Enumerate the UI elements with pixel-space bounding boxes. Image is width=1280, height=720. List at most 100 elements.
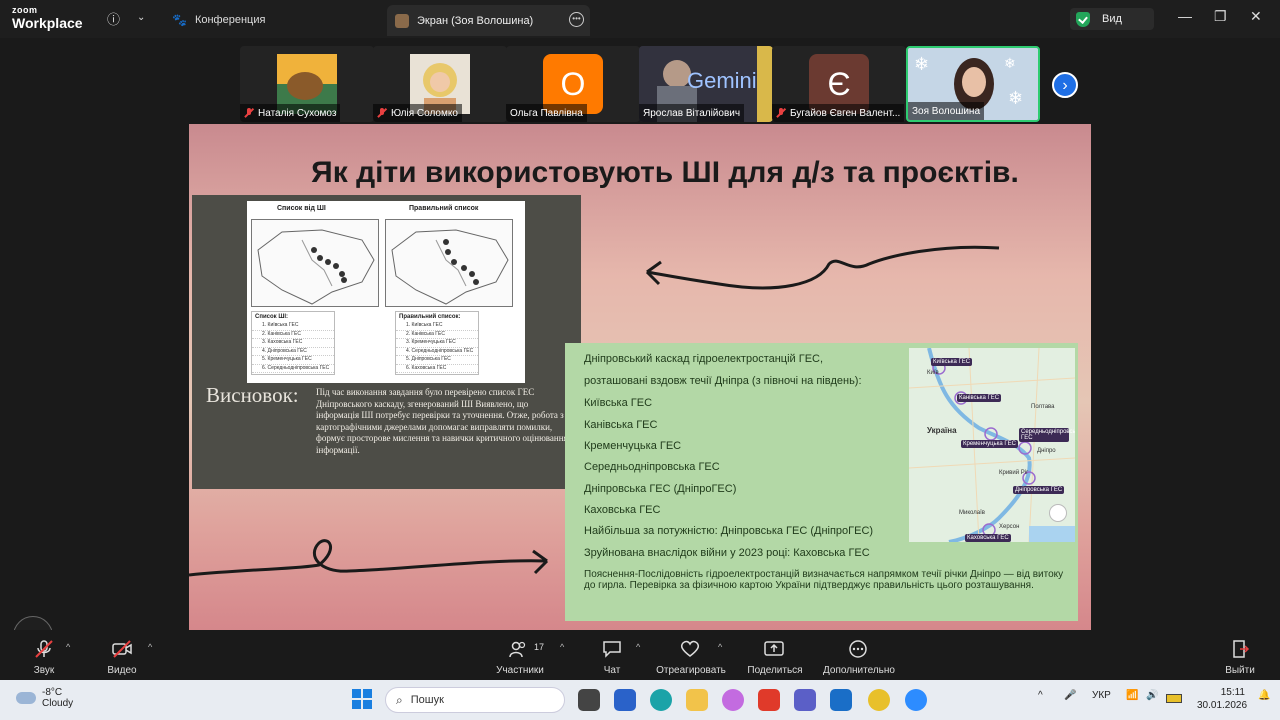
explanation-note: Пояснення-Послідовність гідроелектростан… — [584, 569, 1064, 591]
view-button[interactable]: Вид — [1070, 8, 1154, 30]
station-item: Кременчуцька ГЕС — [584, 440, 682, 452]
info-icon[interactable]: ⓘ — [107, 9, 120, 28]
weather-widget[interactable]: -8°C Cloudy — [16, 687, 73, 709]
react-caret-icon[interactable]: ^ — [718, 642, 722, 652]
people-icon — [509, 641, 526, 658]
leave-button[interactable]: Выйти — [1224, 634, 1256, 678]
share-label: Поделиться — [747, 665, 803, 676]
svg-text:❄: ❄ — [1004, 55, 1016, 71]
outlook-icon[interactable] — [830, 689, 852, 711]
participant-tile[interactable]: Gemini Ярослав Віталійович — [639, 46, 773, 122]
arrow-right-decoration — [189, 539, 549, 577]
map-town: Дніпро — [1037, 448, 1056, 454]
volume-icon[interactable]: 🔊 — [1146, 690, 1158, 701]
participant-name-bar: Ольга Павлівна — [506, 104, 587, 122]
correct-list-item: 5. Дніпровська ГЕС — [396, 356, 478, 365]
hydro-cascade-panel: Дніпровський каскад гідроелектростанцій … — [565, 343, 1078, 621]
tray-overflow-icon[interactable]: ^ — [1038, 690, 1043, 701]
file-explorer-icon[interactable] — [686, 689, 708, 711]
teams-icon[interactable] — [794, 689, 816, 711]
ai-list-item: 3. Каховська ГЕС — [252, 339, 334, 348]
taskbar-search[interactable]: ⌕ Пошук — [385, 687, 565, 713]
wifi-icon[interactable]: 📶 — [1126, 690, 1138, 701]
map-left-title: Список від ШІ — [277, 205, 326, 212]
mic-muted-icon — [377, 108, 387, 118]
map-locate-icon[interactable] — [1049, 504, 1067, 522]
map-comparison-card: Список від ШІ Правильний список Список Ш… — [247, 201, 525, 383]
maximize-button[interactable]: ❐ — [1214, 8, 1227, 25]
ukraine-map-correct — [385, 219, 513, 307]
map-label: Канівська ГЕС — [957, 394, 1002, 402]
station-item: Канівська ГЕС — [584, 419, 658, 431]
more-label: Дополнительно — [823, 665, 895, 676]
ukraine-map-ai — [251, 219, 379, 307]
destroyed-station: Зруйнована внаслідок війни у 2023 році: … — [584, 547, 870, 559]
gallery-next-button[interactable]: › — [1052, 72, 1078, 98]
station-item: Каховська ГЕС — [584, 504, 661, 516]
battery-icon[interactable] — [1166, 694, 1182, 703]
participant-name-bar: Наталія Сухомоз — [240, 104, 341, 122]
participant-name-bar: Юлія Соломко — [373, 104, 462, 122]
video-options-caret-icon[interactable]: ^ — [148, 642, 152, 652]
participant-tile[interactable]: Є Бугайов Євген Валент... — [772, 46, 906, 122]
zoom-window: zoom Workplace ⓘ ⌄ 🐾 Конференция Экран (… — [0, 0, 1280, 720]
leave-door-icon — [1233, 640, 1250, 658]
correct-list-item: 1. Київська ГЕС — [396, 322, 478, 331]
chat-button[interactable]: Чат — [600, 634, 624, 678]
audio-button[interactable]: Звук — [28, 634, 60, 678]
map-town: Київ — [927, 370, 939, 376]
map-label: Кременчуцька ГЕС — [961, 440, 1018, 448]
map-label: Київська ГЕС — [931, 358, 973, 366]
svg-text:❄: ❄ — [914, 54, 929, 74]
minimize-button[interactable]: — — [1178, 8, 1192, 24]
map-town: Україна — [927, 426, 957, 435]
video-overlay-text: Gemini — [687, 68, 757, 93]
participant-name-bar: Ярослав Віталійович — [639, 104, 745, 122]
more-icon[interactable]: ••• — [569, 12, 584, 27]
task-view-icon[interactable] — [578, 689, 600, 711]
edge-icon[interactable] — [650, 689, 672, 711]
zoom-app-icon[interactable] — [905, 689, 927, 711]
participants-button[interactable]: 17 Участники — [494, 634, 546, 678]
store-icon[interactable] — [614, 689, 636, 711]
map-label: Середньодніпровська ГЕС — [1019, 428, 1075, 442]
participant-tile[interactable]: О Ольга Павлівна — [506, 46, 640, 122]
participants-caret-icon[interactable]: ^ — [560, 642, 564, 652]
participant-tile[interactable]: Юлія Соломко — [373, 46, 507, 122]
windows-start-icon[interactable] — [352, 689, 372, 709]
chat-caret-icon[interactable]: ^ — [636, 642, 640, 652]
correct-list-card: Правильний список: 1. Київська ГЕС 2. Ка… — [395, 311, 479, 375]
meeting-toolbar: Звук ^ Видео ^ 17 Участники ^ Чат ^ Отре… — [0, 630, 1280, 680]
audio-options-caret-icon[interactable]: ^ — [66, 642, 70, 652]
microphone-icon[interactable]: 🎤 — [1064, 690, 1076, 701]
participant-name-bar: Бугайов Євген Валент... — [772, 104, 905, 122]
dnipro-map: Київська ГЕС Канівська ГЕС Кременчуцька … — [909, 348, 1075, 542]
mic-muted-icon — [776, 108, 786, 118]
ai-list-item: 4. Дніпровська ГЕС — [252, 348, 334, 356]
notifications-icon[interactable]: 🔔 — [1258, 690, 1270, 701]
chrome-icon[interactable] — [868, 689, 890, 711]
react-button[interactable]: Отреагировать — [656, 634, 726, 678]
l-app-icon[interactable] — [758, 689, 780, 711]
meeting-stage: Наталія Сухомоз Юлія Соломко О Ольга Пав… — [0, 38, 1280, 656]
correct-list-item: 2. Канівська ГЕС — [396, 331, 478, 339]
keyboard-language[interactable]: УКР — [1092, 690, 1111, 701]
react-label: Отреагировать — [656, 665, 726, 676]
mic-muted-icon — [35, 640, 53, 658]
chevron-down-icon[interactable]: ⌄ — [137, 12, 145, 23]
windows-taskbar: -8°C Cloudy ⌕ Пошук ^ 🎤 УКР 📶 🔊 15:11 30… — [0, 680, 1280, 720]
video-button[interactable]: Видео — [104, 634, 140, 678]
heart-icon — [680, 640, 700, 657]
shield-check-icon — [1076, 11, 1090, 27]
system-clock[interactable]: 15:11 30.01.2026 — [1197, 686, 1247, 712]
participant-name: Юлія Соломко — [391, 107, 458, 119]
share-button[interactable]: Поделиться — [746, 634, 804, 678]
conclusion-panel: Список від ШІ Правильний список Список Ш… — [192, 195, 581, 489]
close-button[interactable]: ✕ — [1250, 8, 1262, 25]
participant-tile-active-speaker[interactable]: ❄ ❄ ❄ Зоя Волошина — [906, 46, 1040, 122]
tab-screen-share[interactable]: Экран (Зоя Волошина) ••• — [387, 5, 590, 36]
copilot-icon[interactable] — [722, 689, 744, 711]
tab-conference[interactable]: 🐾 Конференция — [172, 7, 265, 33]
more-button[interactable]: Дополнительно — [820, 634, 898, 678]
participant-tile[interactable]: Наталія Сухомоз — [240, 46, 374, 122]
